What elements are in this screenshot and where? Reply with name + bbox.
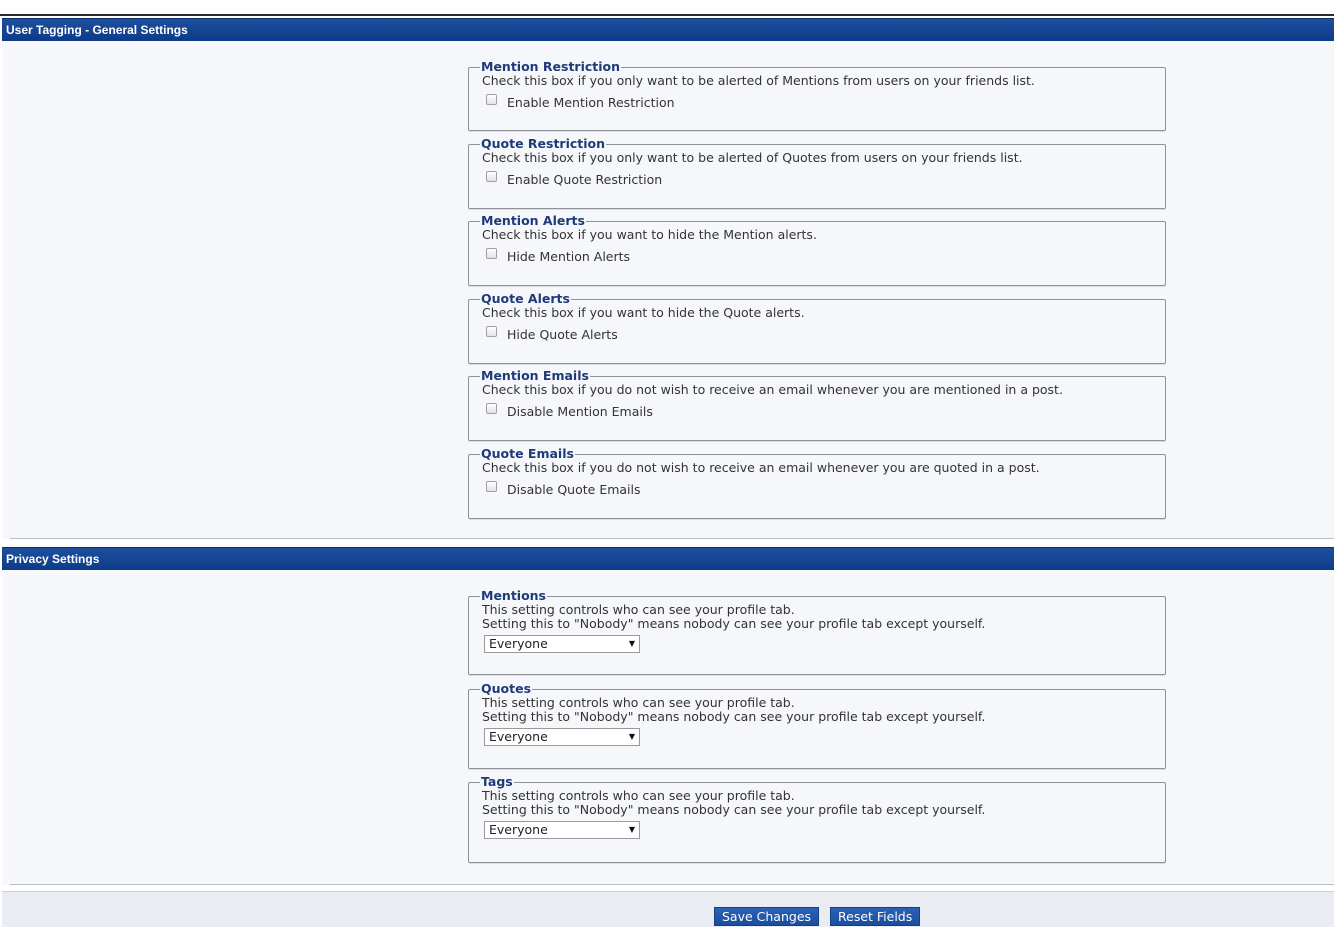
top-border [0,14,1334,16]
checkbox-row[interactable]: Hide Quote Alerts [482,325,1165,342]
triangle-down-icon: ▼ [628,732,635,741]
hide-quote-alerts-checkbox[interactable] [486,325,497,337]
group-description: Check this box if you only want to be al… [482,150,1023,165]
general-settings-header: User Tagging - General Settings [2,18,1334,41]
privacy-settings-header: Privacy Settings [2,547,1334,570]
quote-restriction-group: Quote Restriction Check this box if you … [468,137,1166,209]
quotes-privacy-group: Quotes This setting controls who can see… [468,682,1166,769]
tags-privacy-group: Tags This setting controls who can see y… [468,775,1166,863]
group-legend: Quote Emails [481,446,574,461]
settings-page: User Tagging - General Settings Mention … [0,0,1334,927]
disable-quote-emails-checkbox[interactable] [486,480,497,492]
group-description-line2: Setting this to "Nobody" means nobody ca… [482,616,986,631]
group-legend: Mentions [481,588,547,603]
group-description: Check this box if you want to hide the M… [482,227,817,242]
group-description: Check this box if you only want to be al… [482,73,1035,88]
group-description: Check this box if you do not wish to rec… [482,382,1063,397]
mention-emails-group: Mention Emails Check this box if you do … [468,369,1166,441]
group-legend: Tags [481,774,513,789]
hide-mention-alerts-checkbox[interactable] [486,247,497,259]
checkbox-label[interactable]: Hide Quote Alerts [507,327,618,342]
group-description-line2: Setting this to "Nobody" means nobody ca… [482,709,986,724]
quote-alerts-group: Quote Alerts Check this box if you want … [468,292,1166,364]
group-description-line1: This setting controls who can see your p… [482,788,795,803]
group-description: Check this box if you do not wish to rec… [482,460,1040,475]
group-legend: Mention Restriction [481,59,621,74]
group-description-line1: This setting controls who can see your p… [482,695,795,710]
checkbox-row[interactable]: Disable Quote Emails [482,480,1165,497]
mention-alerts-group: Mention Alerts Check this box if you wan… [468,214,1166,286]
checkbox-row[interactable]: Enable Quote Restriction [482,170,1165,187]
checkbox-label[interactable]: Enable Quote Restriction [507,172,662,187]
privacy-settings-title: Privacy Settings [6,552,100,566]
form-footer: Save Changes Reset Fields [2,891,1334,927]
group-legend: Mention Alerts [481,213,585,228]
tags-visibility-select[interactable]: Everyone ▼ [484,821,640,839]
group-description-line2: Setting this to "Nobody" means nobody ca… [482,802,986,817]
enable-quote-restriction-checkbox[interactable] [486,170,497,182]
group-legend: Quote Alerts [481,291,570,306]
checkbox-label[interactable]: Hide Mention Alerts [507,249,630,264]
mention-restriction-group: Mention Restriction Check this box if yo… [468,60,1166,131]
select-value: Everyone [489,636,548,651]
reset-fields-button[interactable]: Reset Fields [830,907,921,926]
mentions-privacy-group: Mentions This setting controls who can s… [468,589,1166,675]
checkbox-row[interactable]: Enable Mention Restriction [482,93,1165,110]
general-settings-title: User Tagging - General Settings [6,23,188,37]
disable-mention-emails-checkbox[interactable] [486,402,497,414]
quotes-visibility-select[interactable]: Everyone ▼ [484,728,640,746]
mentions-visibility-select[interactable]: Everyone ▼ [484,635,640,653]
triangle-down-icon: ▼ [628,825,635,834]
checkbox-row[interactable]: Disable Mention Emails [482,402,1165,419]
triangle-down-icon: ▼ [628,639,635,648]
quote-emails-group: Quote Emails Check this box if you do no… [468,447,1166,519]
checkbox-label[interactable]: Enable Mention Restriction [507,95,675,110]
group-description: Check this box if you want to hide the Q… [482,305,805,320]
checkbox-label[interactable]: Disable Quote Emails [507,482,641,497]
group-legend: Mention Emails [481,368,589,383]
enable-mention-restriction-checkbox[interactable] [486,93,497,105]
group-legend: Quotes [481,681,532,696]
checkbox-row[interactable]: Hide Mention Alerts [482,247,1165,264]
save-changes-button[interactable]: Save Changes [714,907,820,926]
group-description-line1: This setting controls who can see your p… [482,602,795,617]
select-value: Everyone [489,822,548,837]
select-value: Everyone [489,729,548,744]
group-legend: Quote Restriction [481,136,606,151]
checkbox-label[interactable]: Disable Mention Emails [507,404,653,419]
